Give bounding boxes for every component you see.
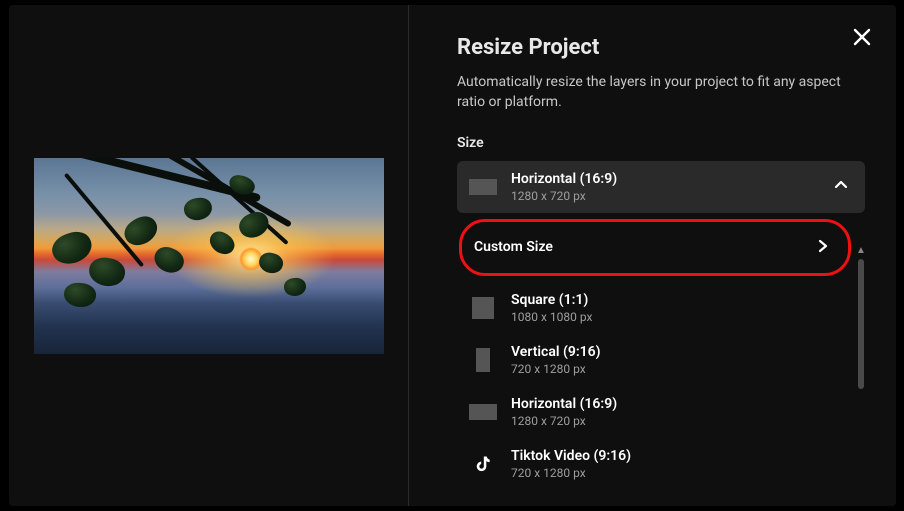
selected-size-dims: 1280 x 720 px (511, 189, 617, 203)
scrollbar-thumb[interactable] (858, 259, 864, 389)
preview-pane (9, 5, 409, 506)
scrollbar[interactable]: ▲ (857, 259, 865, 509)
size-option[interactable]: Horizontal (16:9) 1280 x 720 px (457, 386, 853, 438)
close-button[interactable] (846, 21, 878, 53)
size-option[interactable]: Square (1:1) 1080 x 1080 px (457, 282, 853, 334)
size-option-label: Square (1:1) (511, 292, 592, 308)
modal-description: Automatically resize the layers in your … (457, 72, 857, 113)
size-option[interactable]: Vertical (9:16) 720 x 1280 px (457, 334, 853, 386)
ratio-thumb-icon (472, 297, 494, 319)
preview-image (34, 158, 384, 354)
chevron-right-icon (816, 238, 830, 257)
size-option-dims: 720 x 1280 px (511, 466, 631, 480)
size-option-dims: 1080 x 1080 px (511, 310, 592, 324)
size-option-dims: 720 x 1280 px (511, 362, 601, 376)
size-dropdown: Custom Size Square (1:1) 1080 x 1080 px Ve… (457, 219, 865, 487)
selected-size-label: Horizontal (16:9) (511, 171, 617, 187)
settings-pane: Resize Project Automatically resize the … (409, 5, 896, 506)
ratio-thumb-icon (476, 348, 490, 372)
close-icon (852, 27, 872, 47)
chevron-up-icon (833, 177, 849, 197)
tiktok-icon (472, 453, 494, 475)
modal-title: Resize Project (457, 35, 872, 60)
size-options-list: Square (1:1) 1080 x 1080 px Vertical (9:16… (457, 282, 853, 487)
ratio-thumb-icon (469, 179, 497, 195)
size-select[interactable]: Horizontal (16:9) 1280 x 720 px (457, 161, 865, 213)
size-option-label: Tiktok Video (9:16) (511, 448, 631, 464)
scroll-up-arrow-icon: ▲ (856, 245, 866, 255)
size-option-label: Horizontal (16:9) (511, 396, 617, 412)
resize-project-modal: Resize Project Automatically resize the … (9, 5, 896, 506)
size-option-dims: 1280 x 720 px (511, 414, 617, 428)
custom-size-label: Custom Size (474, 239, 553, 255)
size-label: Size (457, 135, 872, 151)
ratio-thumb-icon (469, 404, 497, 420)
custom-size-option[interactable]: Custom Size (459, 219, 851, 276)
size-option-label: Vertical (9:16) (511, 344, 601, 360)
size-option[interactable]: Tiktok Video (9:16) 720 x 1280 px (457, 438, 853, 487)
